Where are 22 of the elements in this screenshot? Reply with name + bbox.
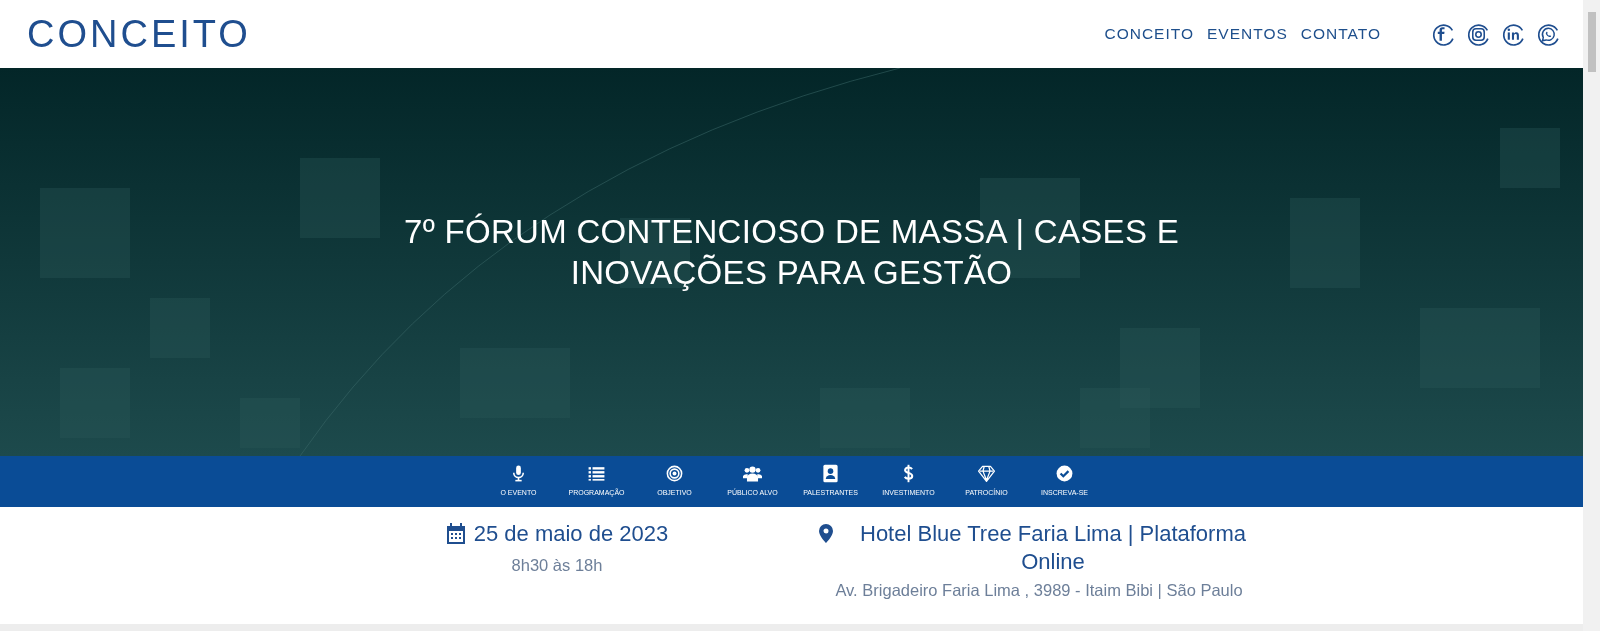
logo[interactable]: CONCEITO (27, 15, 251, 53)
nav-link[interactable]: CONCEITO (1104, 25, 1194, 43)
nav-link[interactable]: CONTATO (1300, 25, 1381, 43)
users-icon (743, 464, 762, 483)
instagram-icon[interactable] (1466, 21, 1491, 47)
event-time: 8h30 às 18h (511, 556, 603, 575)
list-icon (587, 464, 606, 483)
event-title: 7º FÓRUM CONTENCIOSO DE MASSA | CASES E INOVAÇÕES PARA GESTÃO (403, 212, 1180, 293)
calendar-icon (445, 523, 466, 544)
nav-link[interactable]: EVENTOS (1207, 25, 1288, 43)
facebook-icon[interactable] (1431, 21, 1456, 47)
event-address: Av. Brigadeiro Faria Lima , 3989 - Itaim Bibi | São Paulo (835, 581, 1243, 600)
event-venue: Hotel Blue Tree Faria Lima | Plataforma Online (859, 520, 1247, 576)
event-date: 25 de maio de 2023 (473, 520, 669, 548)
contacts-icon (821, 464, 840, 483)
target-icon (665, 464, 684, 483)
diamond-icon (977, 464, 996, 483)
scrollbar[interactable] (1583, 0, 1600, 631)
whatsapp-icon[interactable] (1536, 21, 1561, 47)
check-icon (1055, 464, 1074, 483)
map-pin-icon (819, 524, 833, 543)
linkedin-icon[interactable] (1501, 21, 1526, 47)
